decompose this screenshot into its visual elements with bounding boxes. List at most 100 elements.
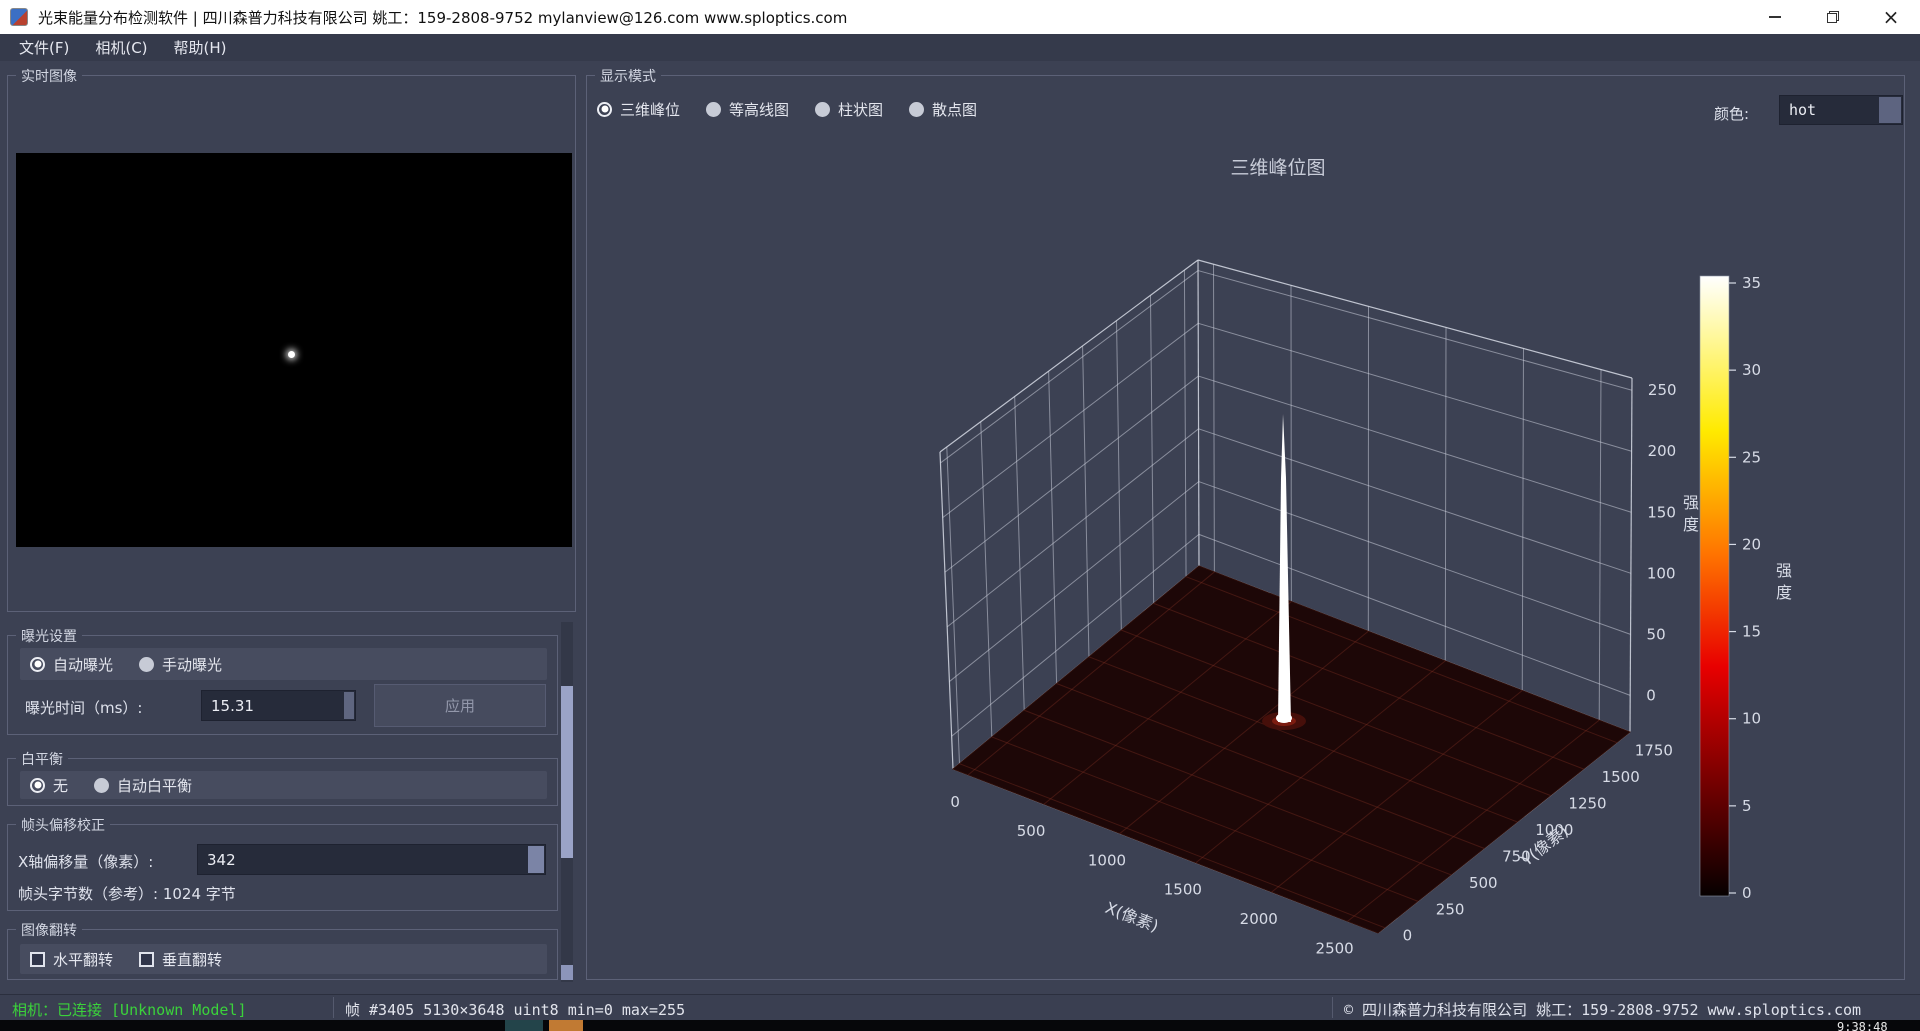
group-title-exposure: 曝光设置 — [16, 626, 82, 646]
frame-bytes-label: 帧头字节数（参考）: 1024 字节 — [18, 883, 236, 904]
svg-text:1500: 1500 — [1602, 768, 1640, 786]
exposure-time-spinner[interactable] — [344, 692, 354, 719]
menu-help[interactable]: 帮助(H) — [161, 34, 240, 61]
svg-text:10: 10 — [1742, 710, 1761, 728]
mode-bar-radio[interactable] — [815, 102, 830, 117]
svg-text:0: 0 — [950, 793, 960, 811]
svg-text:15: 15 — [1742, 623, 1761, 641]
svg-text:1750: 1750 — [1635, 742, 1673, 760]
exposure-time-label: 曝光时间（ms）: — [25, 697, 142, 718]
svg-text:150: 150 — [1647, 503, 1676, 521]
minimize-button[interactable] — [1746, 0, 1804, 34]
menu-camera[interactable]: 相机(C) — [82, 34, 160, 61]
scrollbar-handle[interactable] — [561, 686, 573, 858]
wb-none-label: 无 — [53, 775, 68, 796]
wb-none-radio[interactable] — [30, 778, 45, 793]
svg-text:200: 200 — [1648, 442, 1677, 460]
taskbar-icon[interactable] — [549, 1020, 583, 1031]
svg-text:20: 20 — [1742, 535, 1761, 553]
horizontal-flip-checkbox[interactable] — [30, 952, 45, 967]
display-mode-row: 三维峰位 等高线图 柱状图 散点图 — [597, 94, 977, 124]
auto-exposure-label: 自动曝光 — [53, 654, 113, 675]
svg-text:2500: 2500 — [1316, 939, 1354, 957]
close-button[interactable]: × — [1862, 0, 1920, 34]
minimize-icon — [1769, 16, 1781, 18]
svg-text:30: 30 — [1742, 361, 1761, 379]
app-icon — [10, 8, 28, 26]
image-flip-group: 图像翻转 水平翻转 垂直翻转 — [7, 929, 558, 980]
manual-exposure-radio[interactable] — [139, 657, 154, 672]
image-flip-row: 水平翻转 垂直翻转 — [20, 944, 547, 974]
mode-3d-peak-radio[interactable] — [597, 102, 612, 117]
mode-scatter-radio[interactable] — [909, 102, 924, 117]
divider — [1332, 997, 1333, 1018]
vertical-flip-checkbox[interactable] — [139, 952, 154, 967]
group-title-live-image: 实时图像 — [16, 66, 82, 86]
exposure-time-input[interactable]: 15.31 — [201, 690, 356, 721]
x-offset-value: 342 — [207, 851, 236, 869]
svg-text:500: 500 — [1469, 874, 1498, 892]
svg-text:X(像素): X(像素) — [1103, 898, 1162, 936]
mode-contour-radio[interactable] — [706, 102, 721, 117]
white-balance-group: 白平衡 无 自动白平衡 — [7, 758, 558, 806]
restore-icon — [1827, 11, 1839, 23]
svg-text:度: 度 — [1776, 583, 1792, 602]
menu-file[interactable]: 文件(F) — [6, 34, 82, 61]
taskbar-icon[interactable] — [505, 1020, 543, 1031]
svg-text:1000: 1000 — [1088, 851, 1126, 869]
colormap-combobox[interactable]: hot — [1779, 95, 1903, 125]
camera-live-image — [16, 153, 572, 547]
left-panel-scrollbar[interactable] — [561, 622, 573, 982]
svg-text:5: 5 — [1742, 797, 1752, 815]
mode-bar-label: 柱状图 — [838, 99, 883, 120]
svg-text:强: 强 — [1776, 561, 1792, 580]
x-offset-label: X轴偏移量（像素）: — [18, 851, 153, 872]
window-title: 光束能量分布检测软件 | 四川森普力科技有限公司 姚工：159-2808-975… — [38, 7, 847, 28]
exposure-time-value: 15.31 — [211, 697, 254, 715]
exposure-settings-group: 曝光设置 自动曝光 手动曝光 曝光时间（ms）: 15.31 应用 — [7, 635, 558, 735]
exposure-mode-row: 自动曝光 手动曝光 — [20, 648, 547, 680]
close-icon: × — [1883, 7, 1900, 27]
company-info: © 四川森普力科技有限公司 姚工：159-2808-9752 www.splop… — [1344, 999, 1861, 1020]
svg-text:三维峰位图: 三维峰位图 — [1230, 157, 1325, 179]
window-controls: × — [1746, 0, 1920, 34]
manual-exposure-label: 手动曝光 — [162, 654, 222, 675]
statusbar: 相机：已连接 [Unknown Model] 帧 #3405 5130×3648… — [0, 994, 1920, 1020]
taskbar-clock: 9:38:48 — [1837, 1020, 1888, 1031]
combobox-dropdown-button[interactable] — [1879, 97, 1901, 123]
white-balance-row: 无 自动白平衡 — [20, 771, 547, 799]
colormap-label: 颜色: — [1714, 103, 1749, 124]
colormap-value: hot — [1789, 101, 1816, 119]
3d-peak-plot: 0500100015002000250002505007501000125015… — [586, 130, 1905, 980]
taskbar-sliver: 9:38:48 — [0, 1020, 1920, 1031]
svg-text:250: 250 — [1436, 900, 1465, 918]
scrollbar-bottom-button[interactable] — [561, 965, 573, 980]
wb-auto-radio[interactable] — [94, 778, 109, 793]
group-title-display-mode: 显示模式 — [595, 66, 661, 86]
auto-exposure-radio[interactable] — [30, 657, 45, 672]
group-title-image-flip: 图像翻转 — [16, 920, 82, 940]
svg-text:强: 强 — [1683, 493, 1699, 512]
svg-text:1500: 1500 — [1164, 881, 1202, 899]
group-title-frame-offset: 帧头偏移校正 — [16, 815, 110, 835]
mode-3d-peak-label: 三维峰位 — [620, 99, 680, 120]
wb-auto-label: 自动白平衡 — [117, 775, 192, 796]
laser-spot — [288, 351, 295, 358]
svg-text:0: 0 — [1403, 927, 1413, 945]
restore-button[interactable] — [1804, 0, 1862, 34]
x-offset-input[interactable]: 342 — [197, 844, 546, 875]
x-offset-spinner[interactable] — [528, 846, 544, 873]
svg-text:2000: 2000 — [1240, 910, 1278, 928]
svg-text:度: 度 — [1683, 515, 1699, 534]
svg-text:35: 35 — [1742, 274, 1761, 292]
menubar: 文件(F) 相机(C) 帮助(H) — [0, 34, 1920, 61]
apply-button[interactable]: 应用 — [374, 684, 546, 727]
window-titlebar: 光束能量分布检测软件 | 四川森普力科技有限公司 姚工：159-2808-975… — [0, 0, 1920, 34]
mode-contour-label: 等高线图 — [729, 99, 789, 120]
frame-offset-group: 帧头偏移校正 X轴偏移量（像素）: 342 帧头字节数（参考）: 1024 字节 — [7, 824, 558, 911]
svg-text:0: 0 — [1742, 884, 1752, 902]
svg-text:250: 250 — [1648, 381, 1677, 399]
svg-text:25: 25 — [1742, 448, 1761, 466]
svg-text:50: 50 — [1647, 625, 1666, 643]
camera-status: 相机：已连接 [Unknown Model] — [12, 999, 247, 1020]
